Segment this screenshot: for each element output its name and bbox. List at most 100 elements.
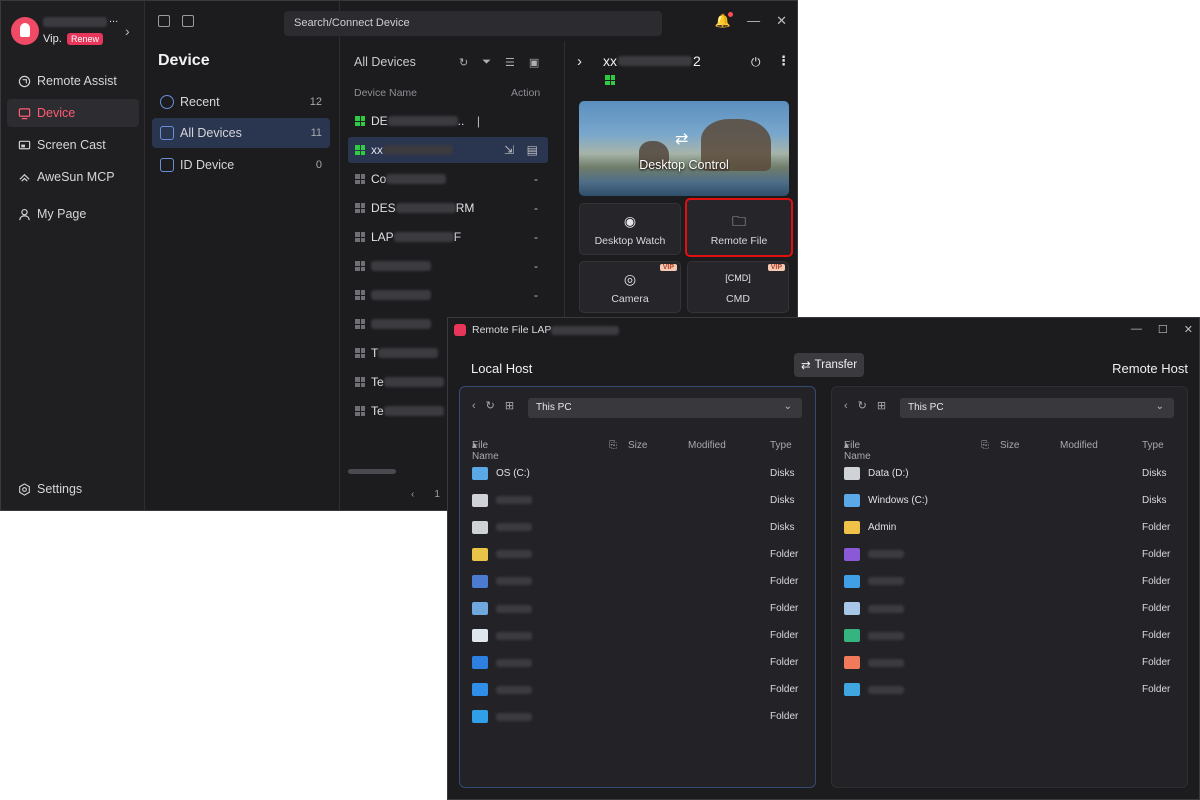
row-action: - bbox=[534, 201, 538, 215]
file-row[interactable]: Folder bbox=[844, 653, 1179, 673]
window-title-text: Remote File LAP bbox=[472, 324, 552, 336]
col-action: Action bbox=[511, 87, 541, 99]
file-row[interactable]: OS (C:) Disks bbox=[472, 463, 807, 483]
desktop-icon bbox=[472, 710, 488, 724]
minimize-icon[interactable]: — bbox=[747, 13, 760, 29]
filter-icon[interactable]: ⏷ bbox=[482, 56, 491, 69]
file-row[interactable]: Folder bbox=[472, 544, 807, 564]
search-input[interactable]: Search/Connect Device bbox=[284, 11, 662, 36]
avatar[interactable] bbox=[11, 17, 39, 45]
cmd-button[interactable]: VIP [CMD] CMD bbox=[687, 261, 789, 313]
power-icon[interactable]: ⏻ bbox=[751, 55, 761, 70]
file-row[interactable]: Folder bbox=[844, 599, 1179, 619]
nav-awesun-mcp[interactable]: AweSun MCP bbox=[7, 163, 139, 191]
file-type: Folder bbox=[770, 575, 799, 587]
device-group-all-devices[interactable]: All Devices 11 bbox=[152, 118, 330, 148]
file-row[interactable]: Folder bbox=[472, 571, 807, 591]
file-row[interactable]: Folder bbox=[472, 707, 807, 727]
file-type: Folder bbox=[1142, 603, 1171, 614]
new-folder-icon[interactable]: ⊞ bbox=[877, 399, 886, 412]
layout-icon[interactable]: ▣ bbox=[529, 56, 539, 69]
back-icon[interactable]: ‹ bbox=[472, 400, 476, 412]
file-row[interactable]: Folder bbox=[844, 680, 1179, 700]
nav-device[interactable]: Device bbox=[7, 99, 139, 127]
close-icon[interactable]: ✕ bbox=[1184, 323, 1193, 336]
file-row[interactable]: Folder bbox=[844, 544, 1179, 564]
remote-file-button[interactable]: 🗀 Remote File bbox=[685, 198, 793, 257]
minimize-icon[interactable]: — bbox=[1131, 323, 1142, 336]
col-type[interactable]: Type bbox=[1142, 440, 1164, 451]
file-row[interactable]: Folder bbox=[844, 571, 1179, 591]
nav-screen-cast[interactable]: Screen Cast bbox=[7, 131, 139, 159]
refresh-icon[interactable]: ↻ bbox=[486, 399, 495, 412]
path-select[interactable]: This PC ⌄ bbox=[900, 398, 1174, 418]
file-row[interactable]: Disks bbox=[472, 490, 807, 510]
file-type: Folder bbox=[770, 684, 799, 696]
file-row[interactable]: Folder bbox=[472, 626, 807, 646]
message-icon[interactable]: ▤ bbox=[527, 143, 538, 157]
file-row[interactable]: Folder bbox=[844, 626, 1179, 646]
nav-settings[interactable]: Settings bbox=[7, 475, 139, 503]
page-number[interactable]: 1 bbox=[434, 489, 440, 500]
file-row[interactable]: Admin Folder bbox=[844, 517, 1179, 537]
file-filter-icon[interactable]: ⎘ bbox=[609, 440, 617, 451]
nav-remote-assist[interactable]: Remote Assist bbox=[7, 67, 139, 95]
new-folder-icon[interactable]: ⊞ bbox=[505, 399, 514, 412]
drive-icon bbox=[472, 520, 488, 534]
group-label: Recent bbox=[180, 95, 220, 109]
transfer-button[interactable]: ⇄ Transfer bbox=[794, 353, 865, 377]
col-modified[interactable]: Modified bbox=[1060, 440, 1098, 451]
device-row[interactable]: - bbox=[348, 282, 548, 308]
sidebar-toggle-icon[interactable] bbox=[158, 15, 170, 27]
refresh-icon[interactable]: ↻ bbox=[459, 56, 468, 69]
refresh-icon[interactable]: ↻ bbox=[858, 399, 867, 412]
user-profile[interactable]: ... Vip. Renew › bbox=[9, 13, 139, 49]
camera-button[interactable]: VIP ◎ Camera bbox=[579, 261, 681, 313]
col-size[interactable]: Size bbox=[628, 440, 647, 451]
device-row[interactable]: DE.. | bbox=[348, 108, 548, 134]
back-icon[interactable]: ‹ bbox=[844, 400, 848, 412]
remote-control-icon[interactable]: ⇲ bbox=[504, 143, 514, 157]
file-row[interactable]: Folder bbox=[472, 680, 807, 700]
device-row[interactable]: - bbox=[348, 253, 548, 279]
sort-icon[interactable]: ☰ bbox=[505, 56, 515, 69]
maximize-icon[interactable]: ☐ bbox=[1158, 323, 1168, 336]
mcp-icon bbox=[17, 170, 31, 184]
collapse-chevron-icon[interactable]: › bbox=[577, 53, 582, 70]
path-select[interactable]: This PC ⌄ bbox=[528, 398, 802, 418]
close-icon[interactable]: ✕ bbox=[776, 13, 787, 29]
col-file-name[interactable]: File Name ▴ bbox=[472, 440, 499, 462]
folder-transfer-icon: 🗀 bbox=[732, 213, 746, 229]
file-filter-icon[interactable]: ⎘ bbox=[981, 440, 989, 451]
prev-page-button[interactable]: ‹ bbox=[411, 489, 414, 500]
drive-icon bbox=[844, 493, 860, 507]
device-row[interactable]: xx ⇲ ▤ bbox=[348, 137, 548, 163]
device-group-recent[interactable]: Recent 12 bbox=[152, 87, 330, 117]
col-type[interactable]: Type bbox=[770, 440, 792, 451]
desktop-watch-button[interactable]: ◉ Desktop Watch bbox=[579, 203, 681, 255]
device-group-id-device[interactable]: ID Device 0 bbox=[152, 150, 330, 180]
device-name-redacted bbox=[393, 232, 454, 242]
chevron-right-icon[interactable]: › bbox=[125, 23, 130, 39]
col-file-name[interactable]: File Name ▴ bbox=[844, 440, 871, 462]
notification-bell-icon[interactable]: 🔔 bbox=[715, 12, 734, 29]
device-row[interactable]: Co - bbox=[348, 166, 548, 192]
file-row[interactable]: Data (D:) Disks bbox=[844, 463, 1179, 483]
nav-label: Settings bbox=[37, 482, 83, 496]
file-row[interactable]: Windows (C:) Disks bbox=[844, 490, 1179, 510]
windows-icon bbox=[355, 174, 365, 184]
nav-my-page[interactable]: My Page bbox=[7, 200, 139, 228]
device-row[interactable]: DES RM - bbox=[348, 195, 548, 221]
renew-badge[interactable]: Renew bbox=[67, 33, 104, 45]
new-window-icon[interactable] bbox=[182, 15, 194, 27]
col-modified[interactable]: Modified bbox=[688, 440, 726, 451]
horizontal-scrollbar[interactable] bbox=[348, 469, 396, 474]
file-row[interactable]: Folder bbox=[472, 653, 807, 673]
device-row[interactable]: LAP F - bbox=[348, 224, 548, 250]
file-row[interactable]: Folder bbox=[472, 599, 807, 619]
desktop-control-button[interactable]: ⇄ Desktop Control bbox=[579, 101, 789, 196]
file-row[interactable]: Disks bbox=[472, 517, 807, 537]
more-vert-icon[interactable]: ⋮ bbox=[777, 53, 790, 69]
col-size[interactable]: Size bbox=[1000, 440, 1019, 451]
file-name-redacted bbox=[868, 685, 904, 694]
